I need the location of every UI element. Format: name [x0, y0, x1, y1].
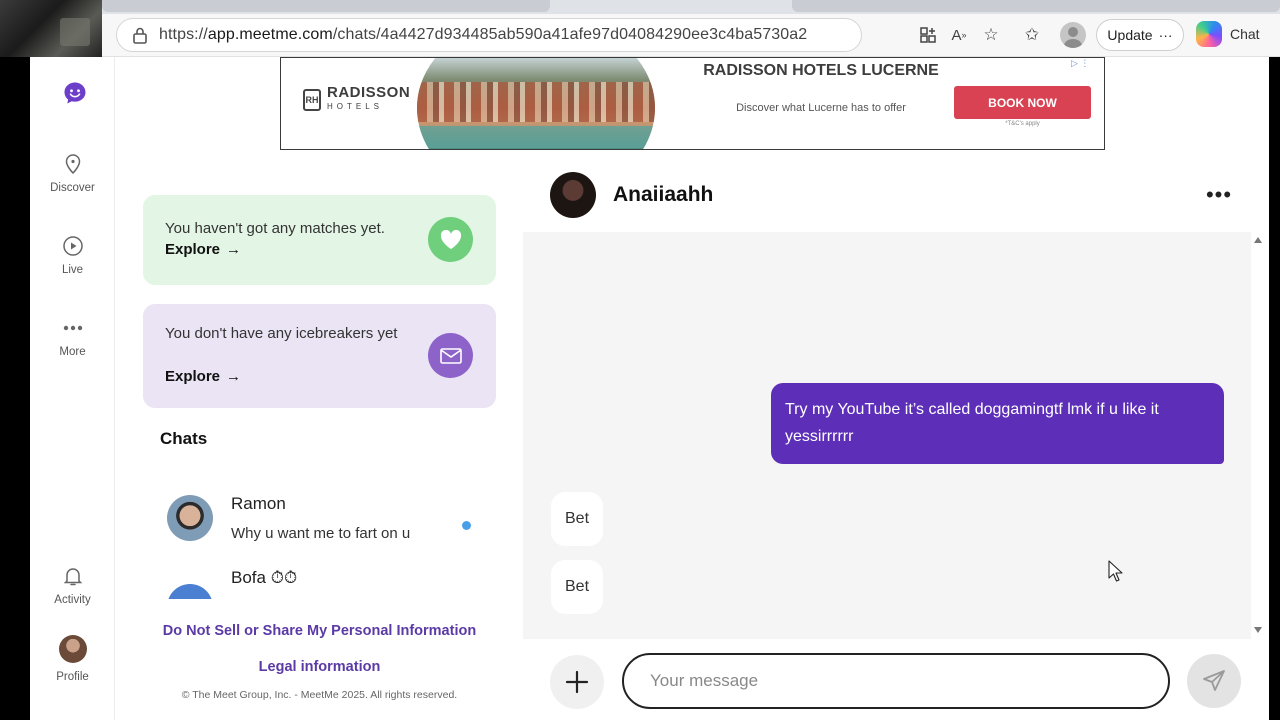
mouse-cursor-icon [1108, 560, 1123, 582]
chat-list-item-bofa[interactable]: Bofa ⏱⏱ [143, 568, 496, 599]
favorites-icon[interactable]: ✩ [1021, 24, 1043, 46]
url-path: /chats/4a4427d934485ab590a41afe97d040842… [332, 26, 808, 43]
chat-contact-name-text: Bofa [231, 568, 266, 587]
scroll-down-arrow-icon[interactable] [1254, 627, 1262, 633]
sidebar-item-label: Profile [56, 671, 89, 683]
chat-last-message: Why u want me to fart on u [231, 525, 411, 542]
message-outgoing: Try my YouTube it’s called doggamingtf l… [771, 383, 1224, 464]
ad-brand-text: RADISSON [327, 84, 411, 101]
browser-profile-icon[interactable] [1060, 22, 1086, 48]
address-bar[interactable]: https://app.meetme.com/chats/4a4427d9344… [116, 18, 862, 52]
ad-book-now-button[interactable]: BOOK NOW [954, 86, 1091, 119]
play-circle-icon [62, 236, 83, 256]
ad-subtitle: Discover what Lucerne has to offer [736, 102, 906, 114]
sidebar-item-activity[interactable]: Activity [30, 565, 115, 606]
icebreakers-card-text: You don't have any icebreakers yet [165, 325, 398, 342]
ad-brand-name: RADISSON HOTELS [327, 84, 411, 114]
attach-button[interactable] [550, 655, 604, 709]
ad-photo-lucerne [417, 58, 655, 149]
message-input[interactable] [622, 653, 1170, 709]
chat-contact-name: Ramon [231, 494, 286, 513]
url-protocol: https:// [159, 26, 208, 43]
sidebar: Discover Live More Activity Profile [30, 57, 115, 720]
arrow-right-icon: → [226, 241, 242, 258]
unread-indicator [462, 521, 471, 530]
envelope-icon [428, 333, 473, 378]
heart-icon [428, 217, 473, 262]
update-button[interactable]: Update ··· [1096, 19, 1184, 51]
chat-contact-name: Bofa ⏱⏱ [231, 568, 297, 588]
meetme-page: Discover Live More Activity Profile RH R… [30, 57, 1269, 720]
icebreakers-card[interactable]: You don't have any icebreakers yet Explo… [143, 304, 496, 408]
screen: https://app.meetme.com/chats/4a4427d9344… [0, 0, 1280, 720]
more-dots-icon: ··· [1158, 27, 1173, 43]
advertisement-banner[interactable]: RH RADISSON HOTELS RADISSON HOTELS LUCERN… [280, 57, 1105, 150]
sidebar-item-label: Activity [54, 594, 91, 606]
matches-explore-link[interactable]: Explore → [165, 241, 241, 258]
ad-terms: *T&C's apply [1005, 121, 1040, 127]
conversation-options-icon[interactable]: ••• [1206, 182, 1232, 207]
scroll-up-arrow-icon[interactable] [1254, 237, 1262, 243]
url-text: https://app.meetme.com/chats/4a4427d9344… [159, 26, 807, 44]
sidebar-item-discover[interactable]: Discover [30, 153, 115, 194]
message-incoming: Bet [551, 492, 604, 546]
read-aloud-icon[interactable]: A» [948, 24, 970, 46]
send-button[interactable] [1187, 654, 1241, 708]
avatar [58, 635, 87, 663]
copilot-label: Chat [1230, 26, 1260, 42]
plus-icon [565, 670, 589, 694]
chat-list: Ramon Why u want me to fart on u Bofa ⏱⏱ [143, 477, 496, 599]
adchoices-icon[interactable]: ▷ ⋮ [1071, 58, 1089, 69]
url-domain: app.meetme.com [207, 26, 333, 43]
icebreakers-explore-link[interactable]: Explore → [165, 368, 241, 385]
copilot-chat-button[interactable]: Chat [1196, 21, 1260, 47]
bell-icon [63, 568, 82, 586]
avatar [167, 584, 213, 599]
send-icon [1203, 670, 1225, 691]
arrow-right-icon: → [226, 368, 242, 385]
sidebar-item-label: Discover [50, 182, 95, 194]
sidebar-item-live[interactable]: Live [30, 235, 115, 276]
sidebar-item-label: Live [61, 264, 84, 276]
meetme-logo-icon[interactable] [63, 81, 87, 105]
location-pin-icon [65, 154, 80, 175]
ad-brand-logo: RH RADISSON HOTELS [303, 84, 411, 114]
matches-card[interactable]: You haven't got any matches yet. Explore… [143, 195, 496, 285]
explore-label: Explore [165, 368, 221, 385]
sidebar-item-label: More [59, 346, 86, 358]
lock-icon [133, 27, 147, 44]
browser-toolbar: https://app.meetme.com/chats/4a4427d9344… [102, 14, 1280, 57]
update-label: Update [1107, 27, 1153, 43]
legal-information-link[interactable]: Legal information [143, 659, 496, 675]
message-incoming: Bet [551, 560, 604, 614]
contact-name[interactable]: Anaiiaahh [613, 183, 713, 207]
do-not-sell-link[interactable]: Do Not Sell or Share My Personal Informa… [143, 623, 496, 639]
matches-card-text: You haven't got any matches yet. [165, 220, 385, 237]
app-available-icon[interactable] [917, 24, 939, 46]
chat-list-item-ramon[interactable]: Ramon Why u want me to fart on u [143, 490, 496, 560]
avatar [167, 495, 213, 541]
sidebar-item-profile[interactable]: Profile [30, 635, 115, 683]
browser-tab[interactable] [792, 0, 1280, 12]
more-dots-icon [63, 325, 82, 331]
ad-brand-sub: HOTELS [327, 102, 384, 111]
chats-heading: Chats [160, 429, 208, 448]
explore-label: Explore [165, 241, 221, 258]
ad-brand-mark: RH [303, 89, 321, 111]
browser-tab-strip [102, 0, 1280, 14]
timer-icon: ⏱⏱ [270, 568, 298, 587]
copilot-icon [1196, 21, 1222, 47]
message-thread[interactable]: Try my YouTube it’s called doggamingtf l… [523, 232, 1251, 639]
webcam-overlay [0, 0, 102, 57]
favorite-star-icon[interactable]: ☆ [980, 24, 1002, 46]
contact-avatar[interactable] [550, 172, 596, 218]
sidebar-item-more[interactable]: More [30, 317, 115, 358]
copyright-text: © The Meet Group, Inc. - MeetMe 2025. Al… [181, 689, 458, 701]
ad-title: RADISSON HOTELS LUCERNE [703, 62, 939, 79]
browser-tab[interactable] [102, 0, 550, 12]
